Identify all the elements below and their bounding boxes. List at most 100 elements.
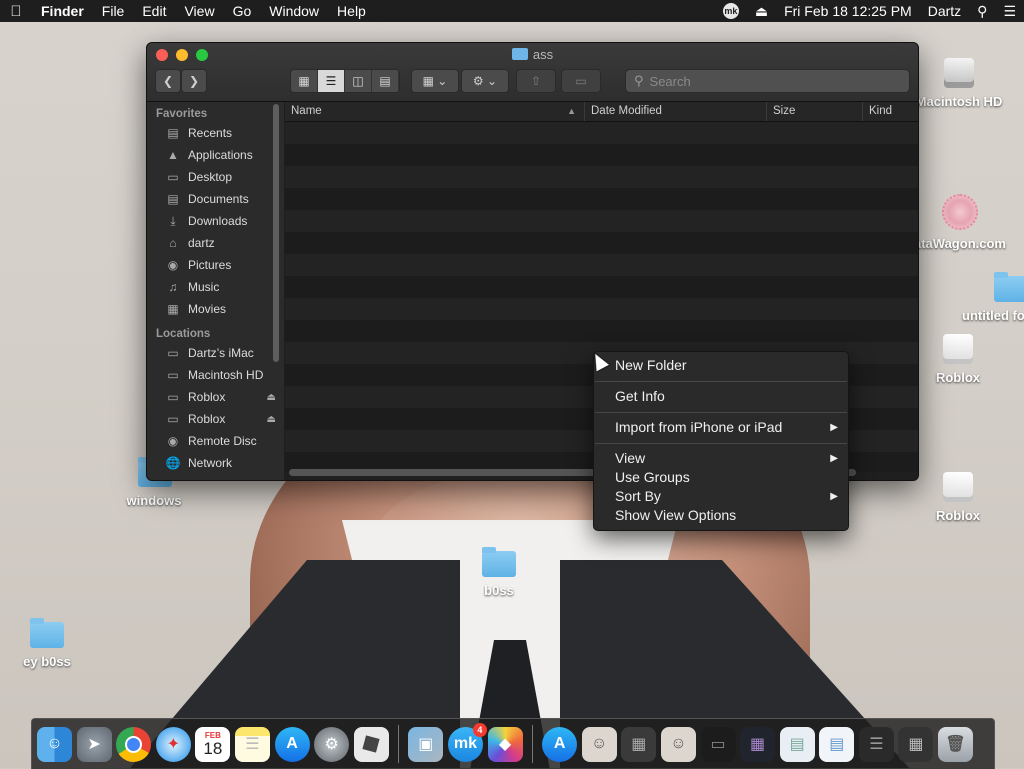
desktop-icon-hey-b0ss[interactable]: ey b0ss	[0, 618, 102, 669]
dock-minimized-window-6[interactable]: ▤	[779, 726, 815, 762]
notification-center-icon[interactable]: ☰	[1003, 3, 1016, 20]
menu-item-new-folder[interactable]: New Folder	[615, 356, 838, 375]
column-header-label: Date Modified	[591, 105, 662, 117]
dock-minimized-window-2[interactable]: ▦	[621, 726, 657, 762]
desktop-icon-macintosh-hd[interactable]: Macintosh HD	[904, 58, 1014, 109]
compass-icon: ✦	[166, 736, 180, 753]
desktop-icon-b0ss[interactable]: b0ss	[444, 547, 554, 598]
sidebar-item-desktop[interactable]: ▭ Desktop	[147, 166, 284, 188]
column-header-name[interactable]: Name ▲	[285, 102, 585, 121]
menu-view[interactable]: View	[175, 0, 223, 22]
sidebar-item-dartz[interactable]: ⌂ dartz	[147, 232, 284, 254]
sidebar-scrollbar[interactable]	[273, 104, 279, 362]
dock-minimized-window-4[interactable]: ▭	[700, 726, 736, 762]
eject-status-icon[interactable]: ⏏	[755, 3, 768, 20]
sidebar-item-imac[interactable]: ▭ Dartz’s iMac	[147, 342, 284, 364]
mk-status-icon[interactable]: mk	[722, 3, 739, 19]
sidebar-item-recents[interactable]: ▤ Recents	[147, 122, 284, 144]
dock-trash[interactable]: 🗑	[938, 726, 974, 762]
column-header-label: Kind	[869, 105, 893, 117]
column-header-kind[interactable]: Kind	[863, 102, 918, 121]
dock-safari[interactable]: ✦	[155, 726, 191, 762]
column-header-size[interactable]: Size	[767, 102, 863, 121]
sidebar-item-label: Remote Disc	[188, 434, 257, 448]
desktop-icon-datawagon[interactable]: ataWagon.com	[905, 194, 1015, 251]
disk-image-icon	[943, 472, 973, 502]
share-button[interactable]: ⇧	[516, 69, 556, 93]
group-by-button[interactable]: ▦ ⌄	[411, 69, 459, 93]
menu-finder[interactable]: Finder	[32, 0, 93, 22]
finder-titlebar[interactable]: ass ❮ ❯ ▦ ☰ ◫ ▤ ▦ ⌄ ⚙ ⌄ ⇧ ▭ ⚲ Search	[147, 43, 918, 102]
menu-item-get-info[interactable]: Get Info	[615, 387, 838, 406]
desktop-icon-roblox-2[interactable]: Roblox	[903, 472, 1013, 523]
sidebar-item-applications[interactable]: ▲ Applications	[147, 144, 284, 166]
dock-launchpad[interactable]: ➤	[76, 726, 112, 762]
spotlight-search-icon[interactable]: ⚲	[977, 3, 987, 20]
dock-roblox[interactable]	[353, 726, 389, 762]
sidebar-item-label: Documents	[188, 192, 249, 206]
dock-mk-app[interactable]: mk 4	[447, 722, 487, 762]
dock-notes[interactable]: ☰	[234, 726, 270, 762]
disc-icon: ◉	[167, 434, 179, 448]
tags-button[interactable]: ▭	[561, 69, 601, 93]
clock[interactable]: Fri Feb 18 12:25 PM	[784, 3, 912, 19]
eject-icon[interactable]: ⏏	[267, 414, 276, 425]
sidebar-item-documents[interactable]: ▤ Documents	[147, 188, 284, 210]
menu-item-sort-by[interactable]: Sort By ▶	[615, 487, 838, 506]
menu-item-view[interactable]: View ▶	[615, 449, 838, 468]
desktop-icon-roblox-1[interactable]: Roblox	[903, 334, 1013, 385]
sidebar-item-downloads[interactable]: ⤓ Downloads	[147, 210, 284, 232]
trash-icon: 🗑	[945, 736, 966, 753]
dock-calendar[interactable]: FEB 18	[195, 726, 231, 762]
menu-go[interactable]: Go	[224, 0, 261, 22]
user-menu[interactable]: Dartz	[928, 3, 961, 19]
dock-minimized-window-5[interactable]: ▦	[740, 726, 776, 762]
list-view-button[interactable]: ☰	[318, 70, 345, 92]
disk-icon: ▭	[167, 368, 179, 382]
menu-item-show-view-options[interactable]: Show View Options	[615, 506, 838, 525]
dock-color-app[interactable]: ◆	[487, 726, 523, 762]
sidebar-item-roblox-1[interactable]: ▭ Roblox ⏏	[147, 386, 284, 408]
window-thumbnail-icon: ☰	[869, 736, 884, 753]
menu-item-import[interactable]: Import from iPhone or iPad ▶	[615, 418, 838, 437]
dock-minimized-window-9[interactable]: ▦	[898, 726, 934, 762]
desktop-icon-untitled-folder[interactable]: untitled fo	[950, 272, 1024, 323]
menu-file[interactable]: File	[93, 0, 134, 22]
menu-item-use-groups[interactable]: Use Groups	[615, 468, 838, 487]
dock-minimized-window-3[interactable]: ☺	[660, 726, 696, 762]
sidebar-item-label: Desktop	[188, 170, 233, 184]
disk-icon: ▭	[167, 390, 179, 404]
menu-help[interactable]: Help	[328, 0, 375, 22]
color-picker-icon: ◆	[498, 736, 512, 753]
dock-app-store-window[interactable]: A	[542, 726, 578, 762]
dock-preview[interactable]: ▣	[408, 726, 444, 762]
back-button[interactable]: ❮	[155, 69, 181, 93]
sidebar-item-movies[interactable]: ▦ Movies	[147, 298, 284, 320]
dock-minimized-window-7[interactable]: ▤	[819, 726, 855, 762]
forward-button[interactable]: ❯	[181, 69, 207, 93]
sidebar-item-remote-disc[interactable]: ◉ Remote Disc	[147, 430, 284, 452]
gallery-view-button[interactable]: ▤	[372, 70, 399, 92]
dock-app-store[interactable]: A	[274, 726, 310, 762]
column-header-date-modified[interactable]: Date Modified	[585, 102, 767, 121]
dock-finder[interactable]: ☺	[37, 726, 72, 762]
sidebar-item-music[interactable]: ♫ Music	[147, 276, 284, 298]
icon-view-button[interactable]: ▦	[291, 70, 318, 92]
dock-separator	[531, 725, 533, 763]
dock-chrome[interactable]	[116, 726, 152, 762]
menu-window[interactable]: Window	[260, 0, 328, 22]
apple-menu-icon[interactable]: 	[0, 3, 32, 20]
action-button[interactable]: ⚙ ⌄	[461, 69, 509, 93]
sidebar-item-roblox-2[interactable]: ▭ Roblox ⏏	[147, 408, 284, 430]
folder-icon	[994, 272, 1024, 302]
sidebar-item-network[interactable]: 🌐 Network	[147, 452, 284, 474]
dock-system-preferences[interactable]: ⚙	[314, 726, 350, 762]
menu-edit[interactable]: Edit	[133, 0, 175, 22]
search-field[interactable]: ⚲ Search	[625, 69, 910, 93]
sidebar-item-pictures[interactable]: ◉ Pictures	[147, 254, 284, 276]
eject-icon[interactable]: ⏏	[267, 392, 276, 403]
sidebar-item-macintosh-hd[interactable]: ▭ Macintosh HD	[147, 364, 284, 386]
column-view-button[interactable]: ◫	[345, 70, 372, 92]
dock-minimized-window-8[interactable]: ☰	[858, 726, 894, 762]
dock-minimized-window-1[interactable]: ☺	[581, 726, 617, 762]
